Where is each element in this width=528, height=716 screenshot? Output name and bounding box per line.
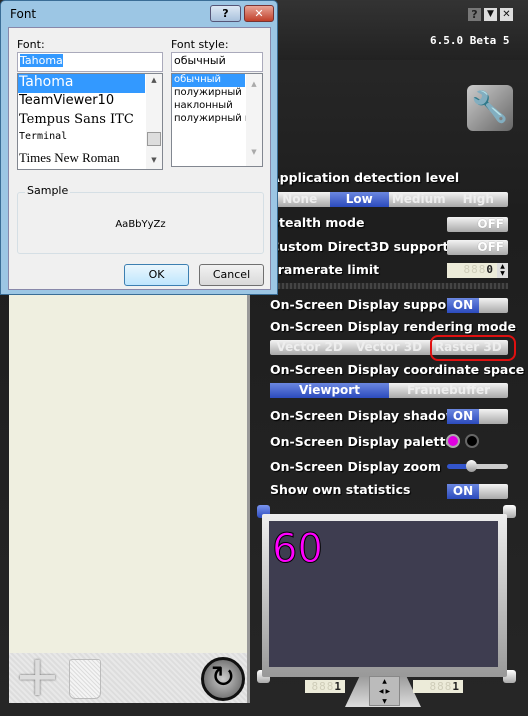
osd-rendering-mode-label: On-Screen Display rendering mode <box>270 319 517 334</box>
option-medium[interactable]: Medium <box>389 192 449 207</box>
osd-zoom-slider[interactable] <box>447 464 508 469</box>
osd-preview-text: 60 <box>272 526 324 573</box>
palette-color-shadow[interactable] <box>465 434 479 448</box>
dialog-close-button[interactable]: ✕ <box>244 5 274 22</box>
d3d-support-toggle[interactable]: OFF <box>447 240 508 255</box>
font-item[interactable]: Tahoma <box>18 74 145 93</box>
osd-coordinate-space-label: On-Screen Display coordinate space <box>270 362 525 377</box>
d3d-support-label: Custom Direct3D support <box>270 239 449 254</box>
framerate-spinner[interactable]: ▲ ▼ <box>497 263 508 278</box>
app-detection-label: Application detection level <box>270 170 460 185</box>
own-stats-toggle[interactable]: ON <box>447 484 508 499</box>
osd-support-label: On-Screen Display support <box>270 297 459 312</box>
osd-coordinate-space-selector[interactable]: Viewport Framebuffer <box>270 383 508 398</box>
highlight-ring <box>430 335 516 361</box>
font-item[interactable]: Times New Roman <box>18 150 162 169</box>
font-item[interactable]: TeamViewer10 <box>18 93 162 112</box>
option-high[interactable]: High <box>449 192 509 207</box>
osd-support-toggle[interactable]: ON <box>447 298 508 313</box>
y-offset-display: 8881 <box>413 680 463 693</box>
font-item[interactable]: Terminal <box>18 131 162 150</box>
palette-color-text[interactable] <box>446 434 460 448</box>
style-item[interactable]: полужирный н <box>172 113 246 126</box>
minimize-button[interactable]: ▼ <box>484 8 497 21</box>
osd-zoom-slider-knob[interactable] <box>466 460 477 472</box>
osd-preview-screen: 60 <box>269 521 498 667</box>
x-offset-display: 8881 <box>305 680 345 693</box>
style-item[interactable]: обычный <box>172 74 245 87</box>
close-button[interactable]: ✕ <box>500 8 513 21</box>
app-detection-selector[interactable]: None Low Medium High <box>270 192 508 207</box>
style-list-scrollbar[interactable]: ▲ ▼ <box>246 74 262 166</box>
own-stats-label: Show own statistics <box>270 482 411 497</box>
option-low[interactable]: Low <box>329 192 389 207</box>
stealth-mode-toggle[interactable]: OFF <box>447 217 508 232</box>
trash-icon[interactable] <box>69 659 101 699</box>
refresh-button[interactable]: ↻ <box>201 657 245 701</box>
framerate-limit-label: Framerate limit <box>270 262 380 277</box>
cancel-button[interactable]: Cancel <box>199 264 264 286</box>
font-style-input[interactable]: обычный <box>171 52 263 72</box>
option-vector-3d[interactable]: Vector 3D <box>349 340 428 355</box>
font-item[interactable]: Tempus Sans ITC <box>18 112 162 131</box>
dialog-help-button[interactable]: ? <box>210 5 241 22</box>
osd-palette-label: On-Screen Display palette <box>270 434 454 449</box>
dialog-title: Font <box>10 7 37 21</box>
option-viewport[interactable]: Viewport <box>270 383 389 398</box>
separator <box>270 283 508 289</box>
stealth-mode-label: Stealth mode <box>270 215 365 230</box>
font-list-scrollbar[interactable]: ▲ ▼ <box>146 74 162 169</box>
sample-label: Sample <box>25 184 71 197</box>
font-style-label: Font style: <box>171 38 229 51</box>
option-vector-2d[interactable]: Vector 2D <box>270 340 349 355</box>
option-none[interactable]: None <box>270 192 330 207</box>
sample-text: AaBbYyZz <box>115 219 166 230</box>
wrench-icon[interactable]: 🔧 <box>467 85 513 131</box>
font-style-list[interactable]: обычный полужирный наклонный полужирный … <box>171 73 263 167</box>
framerate-limit-input[interactable]: 8880 <box>447 263 497 278</box>
font-list[interactable]: Tahoma TeamViewer10 Tempus Sans ITC Term… <box>17 73 163 170</box>
osd-shadow-label: On-Screen Display shadow <box>270 408 458 423</box>
position-dpad[interactable]: ▲ ◀ ▶ ▼ <box>369 676 400 706</box>
add-profile-button[interactable]: + <box>14 649 61 705</box>
osd-shadow-toggle[interactable]: ON <box>447 409 508 424</box>
font-dialog: Font ? ✕ Font: Tahoma Tahoma TeamViewer1… <box>0 0 278 295</box>
help-button[interactable]: ? <box>468 8 481 21</box>
osd-zoom-label: On-Screen Display zoom <box>270 459 441 474</box>
option-framebuffer[interactable]: Framebuffer <box>389 383 508 398</box>
font-label: Font: <box>17 38 45 51</box>
font-input[interactable]: Tahoma <box>17 52 163 72</box>
version-label: 6.5.0 Beta 5 <box>430 34 510 47</box>
ok-button[interactable]: OK <box>124 264 189 286</box>
